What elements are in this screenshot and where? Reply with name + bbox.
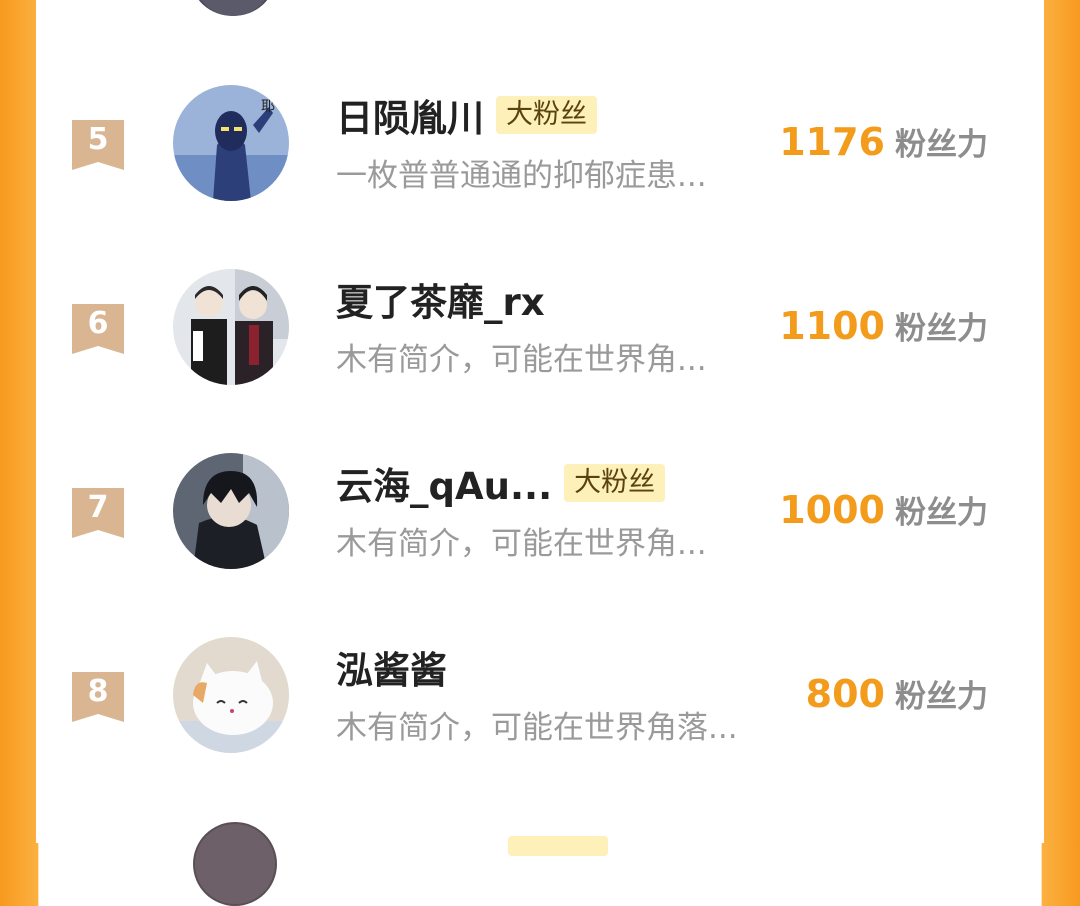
fan-power-unit: 粉丝力 [895, 495, 988, 531]
fan-badge: 大粉丝 [564, 464, 666, 502]
rank-number: 8 [87, 674, 109, 709]
user-bio: 木有简介，可能在世界角落... [336, 710, 738, 746]
rank-ribbon: 7 [72, 488, 124, 538]
user-name[interactable]: 夏了茶靡_rx [336, 272, 545, 326]
svg-text:耶: 耶 [261, 99, 275, 115]
fan-power-value: 1000 [779, 488, 885, 532]
fan-power: 800 粉丝力 [806, 671, 988, 716]
list-item[interactable]: 7 云海_qAu... 大粉丝 木有简介，可能在世界角... 1000 粉丝力 [36, 453, 1044, 638]
ranking-panel: 5 耶 日陨胤川 大粉丝 一枚普普通通的抑郁症患... 1176 粉丝力 6 夏… [36, 0, 1044, 906]
rank-number: 7 [87, 490, 109, 525]
fan-power-unit: 粉丝力 [895, 127, 988, 163]
name-line: 夏了茶靡_rx [336, 274, 545, 324]
user-avatar[interactable] [173, 637, 289, 753]
rank-ribbon: 6 [72, 304, 124, 354]
name-line: 日陨胤川 大粉丝 [336, 90, 597, 140]
avatar-icon [195, 824, 275, 904]
user-avatar[interactable] [173, 269, 289, 385]
next-row-avatar[interactable] [193, 822, 277, 906]
user-bio: 木有简介，可能在世界角... [336, 526, 707, 562]
fan-power-unit: 粉丝力 [895, 679, 988, 715]
rank-number: 5 [87, 122, 109, 157]
fan-power-value: 1100 [779, 304, 885, 348]
fan-power-value: 1176 [779, 120, 885, 164]
fan-power-value: 800 [805, 672, 885, 716]
user-bio: 一枚普普通通的抑郁症患... [336, 158, 707, 194]
fan-power: 1100 粉丝力 [779, 303, 988, 348]
name-line: 泓酱酱 [336, 642, 447, 692]
list-item[interactable]: 8 泓酱酱 木有简介，可能在世界角落... 800 粉丝力 [36, 637, 1044, 822]
name-line: 云海_qAu... 大粉丝 [336, 456, 666, 510]
list-item[interactable]: 5 耶 日陨胤川 大粉丝 一枚普普通通的抑郁症患... 1176 粉丝力 [36, 85, 1044, 270]
rank-ribbon: 8 [72, 672, 124, 722]
user-name[interactable]: 泓酱酱 [336, 640, 447, 694]
previous-row-avatar[interactable] [191, 0, 275, 16]
user-name[interactable]: 云海_qAu... [336, 456, 552, 510]
user-bio: 木有简介，可能在世界角... [336, 342, 707, 378]
fan-power: 1176 粉丝力 [779, 119, 988, 164]
list-item[interactable]: 6 夏了茶靡_rx 木有简介，可能在世界角... 1100 粉丝力 [36, 269, 1044, 454]
rank-ribbon: 5 [72, 120, 124, 170]
avatar-icon [201, 0, 265, 16]
user-avatar[interactable]: 耶 [173, 85, 289, 201]
fan-badge: 大粉丝 [496, 96, 597, 134]
user-name[interactable]: 日陨胤川 [336, 88, 484, 142]
cat-avatar-icon [173, 637, 289, 753]
anime-boy-avatar-icon [173, 453, 289, 569]
ultraman-avatar-icon: 耶 [173, 85, 289, 201]
next-row-badge [508, 836, 608, 856]
user-avatar[interactable] [173, 453, 289, 569]
fan-power-unit: 粉丝力 [895, 311, 988, 347]
anime-couple-avatar-icon [173, 269, 289, 385]
rank-number: 6 [87, 306, 109, 341]
fan-power: 1000 粉丝力 [779, 487, 988, 532]
